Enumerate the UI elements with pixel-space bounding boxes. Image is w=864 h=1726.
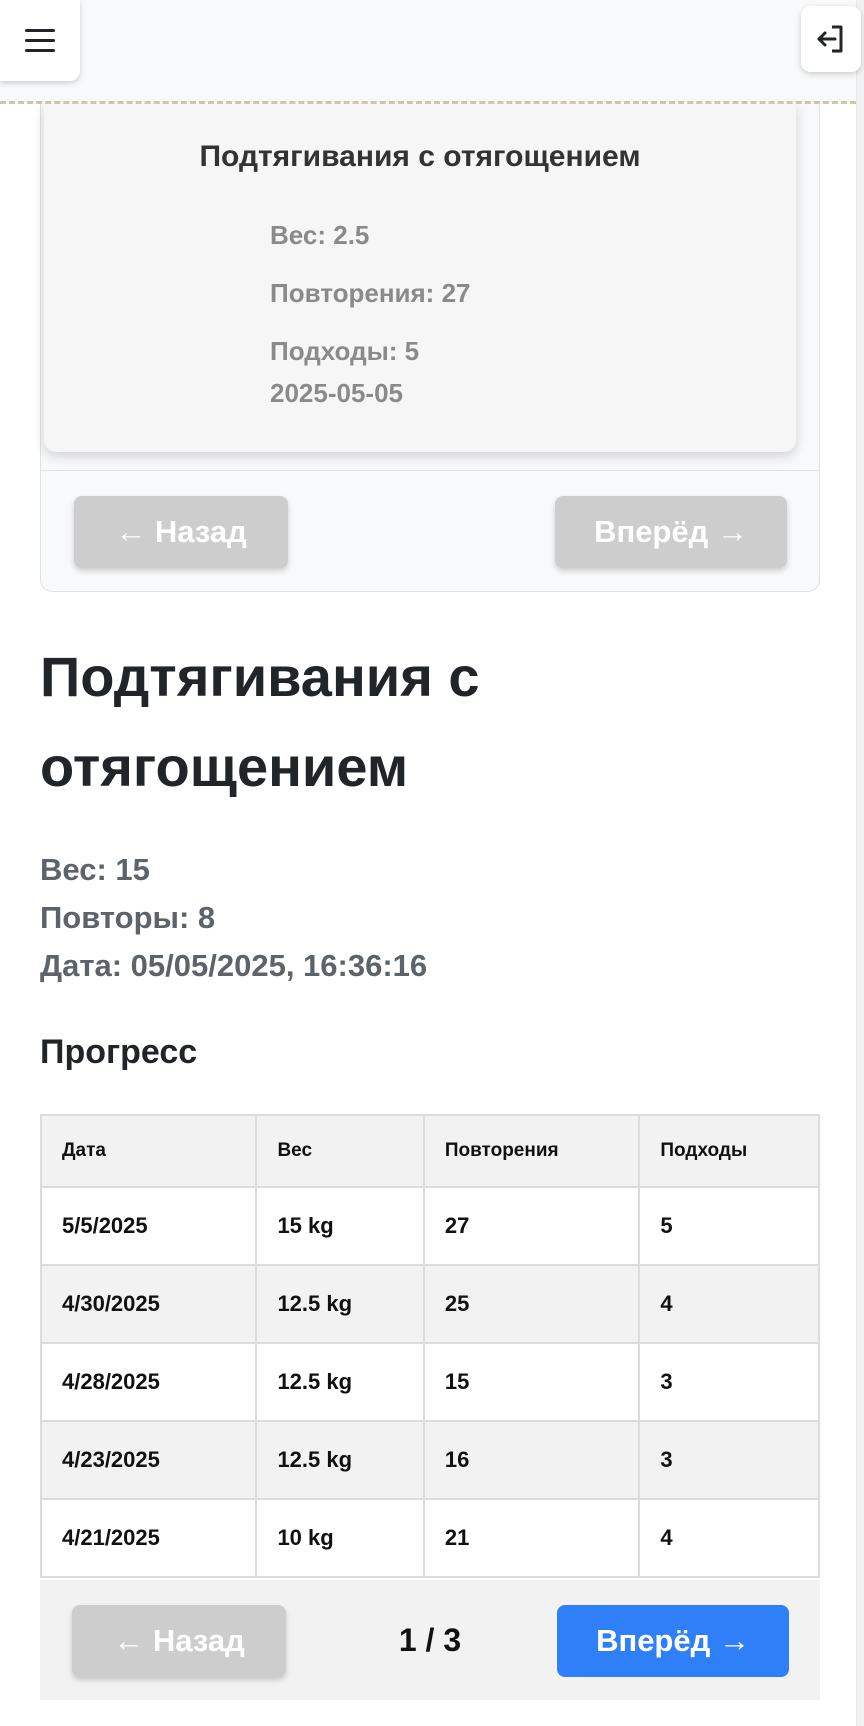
hamburger-menu-icon-bar	[25, 49, 55, 52]
cell-reps: 27	[422, 1186, 641, 1266]
cell-weight: 10 kg	[255, 1498, 425, 1578]
menu-button[interactable]	[0, 0, 80, 81]
cell-sets: 4	[638, 1498, 820, 1578]
table-row: 4/21/2025 10 kg 21 4	[39, 1498, 820, 1578]
cell-date: 4/28/2025	[39, 1342, 258, 1422]
table-row: 4/28/2025 12.5 kg 15 3	[39, 1342, 820, 1422]
table-header-row: Дата Вес Повторения Подходы	[39, 1114, 820, 1188]
column-header-reps: Повторения	[422, 1114, 641, 1188]
page: Подтягивания с отягощением Вес: 2.5 Повт…	[0, 0, 864, 1726]
hamburger-menu-icon	[25, 29, 55, 32]
pagination-back-button[interactable]: ← Назад	[72, 1605, 286, 1677]
previous-record-panel: Подтягивания с отягощением Вес: 2.5 Повт…	[40, 104, 820, 592]
cell-sets: 5	[638, 1186, 820, 1266]
previous-record-card: Подтягивания с отягощением Вес: 2.5 Повт…	[44, 104, 796, 452]
table-row: 4/30/2025 12.5 kg 25 4	[39, 1264, 820, 1344]
cell-weight: 12.5 kg	[255, 1342, 425, 1422]
cell-reps: 15	[422, 1342, 641, 1422]
cell-date: 4/21/2025	[39, 1498, 258, 1578]
cell-sets: 3	[638, 1420, 820, 1500]
table-row: 4/23/2025 12.5 kg 16 3	[39, 1420, 820, 1500]
cell-sets: 3	[638, 1342, 820, 1422]
top-bar	[0, 0, 861, 104]
cell-reps: 16	[422, 1420, 641, 1500]
exercise-date: Дата: 05/05/2025, 16:36:16	[40, 948, 428, 983]
hamburger-menu-icon-bar	[25, 39, 55, 42]
cell-date: 5/5/2025	[39, 1186, 258, 1266]
exercise-title: Подтягивания с отягощением	[40, 645, 480, 798]
cell-reps: 21	[422, 1498, 641, 1578]
column-header-sets: Подходы	[638, 1114, 820, 1188]
pagination-bar: ← Назад 1 / 3 Вперёд →	[40, 1580, 820, 1700]
previous-record-forward-button[interactable]: Вперёд →	[555, 496, 787, 568]
previous-record-back-button[interactable]: ← Назад	[74, 496, 288, 568]
column-header-weight: Вес	[255, 1114, 425, 1188]
page-indicator: 1 / 3	[398, 1621, 462, 1658]
progress-heading: Прогресс	[40, 1033, 198, 1071]
cell-weight: 12.5 kg	[255, 1420, 425, 1500]
cell-weight: 12.5 kg	[255, 1264, 425, 1344]
previous-record-weight: Вес: 2.5	[270, 220, 370, 250]
exercise-weight: Вес: 15	[40, 852, 150, 887]
logout-icon	[817, 25, 843, 53]
exercise-reps: Повторы: 8	[40, 900, 216, 935]
previous-record-divider	[41, 470, 819, 471]
previous-record-sets: Подходы: 5	[270, 336, 420, 366]
table-row: 5/5/2025 15 kg 27 5	[39, 1186, 820, 1266]
cell-sets: 4	[638, 1264, 820, 1344]
scrollbar[interactable]	[856, 0, 864, 1726]
cell-weight: 15 kg	[255, 1186, 425, 1266]
cell-date: 4/23/2025	[39, 1420, 258, 1500]
previous-record-reps: Повторения: 27	[270, 278, 471, 308]
cell-reps: 25	[422, 1264, 641, 1344]
progress-table: Дата Вес Повторения Подходы 5/5/2025 15 …	[39, 1114, 820, 1578]
previous-record-date: 2025-05-05	[270, 378, 403, 408]
column-header-date: Дата	[39, 1114, 258, 1188]
pagination-forward-button[interactable]: Вперёд →	[557, 1605, 789, 1677]
previous-record-title: Подтягивания с отягощением	[199, 140, 641, 173]
cell-date: 4/30/2025	[39, 1264, 258, 1344]
logout-button[interactable]	[801, 6, 861, 72]
